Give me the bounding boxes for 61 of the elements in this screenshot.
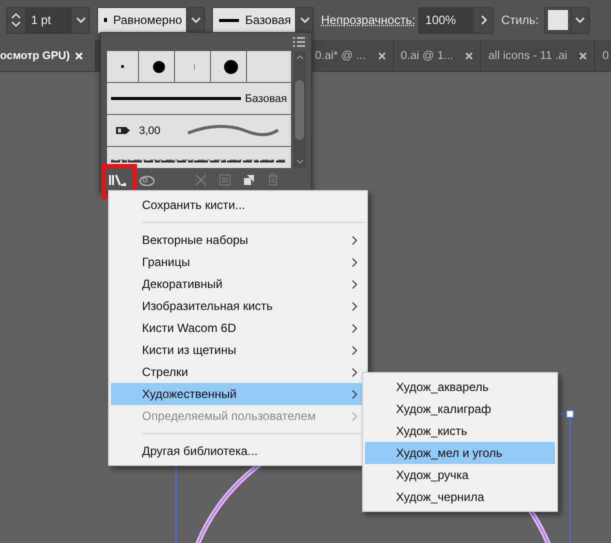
- brush-dropdown[interactable]: Базовая: [212, 6, 314, 34]
- brush-library-icon[interactable]: [109, 174, 127, 186]
- dropdown-caret-icon: [190, 17, 200, 23]
- opacity-label[interactable]: Непрозрачность:: [321, 13, 416, 27]
- new-brush-icon[interactable]: [243, 174, 255, 186]
- submenu-item[interactable]: Стрелки: [111, 361, 365, 383]
- menu-item[interactable]: Худож_чернила: [365, 486, 555, 508]
- dropdown-caret-icon: [300, 17, 310, 23]
- submenu-item[interactable]: Декоративный: [111, 273, 365, 295]
- menu-item[interactable]: Худож_ручка: [365, 464, 555, 486]
- menu-item-label: Кисти Wacom 6D: [142, 321, 236, 335]
- submenu-item[interactable]: Художественный: [111, 383, 365, 405]
- dot-brush-icon[interactable]: [121, 65, 124, 68]
- submenu-item[interactable]: Границы: [111, 251, 365, 273]
- brush-row[interactable]: Базовая: [107, 83, 291, 115]
- menu-item-label: Границы: [142, 255, 190, 269]
- menu-item[interactable]: Худож_мел и уголь: [365, 442, 555, 464]
- document-tab[interactable]: 0: [595, 40, 611, 71]
- scrollbar[interactable]: [293, 51, 306, 168]
- submenu-item[interactable]: Кисти Wacom 6D: [111, 317, 365, 339]
- line-stroke-icon: [111, 97, 241, 100]
- style-label: Стиль:: [501, 13, 539, 27]
- menu-item-label: Декоративный: [142, 277, 222, 291]
- menu-item-label: Определяемый пользователем: [142, 409, 316, 423]
- menu-item-label: Векторные наборы: [142, 233, 248, 247]
- submenu-item[interactable]: Кисти из щетины: [111, 339, 365, 361]
- dropdown-caret-icon: [575, 17, 586, 23]
- document-tab[interactable]: осмотр GPU): [0, 40, 96, 71]
- menu-item[interactable]: Худож_акварель: [365, 376, 555, 398]
- calligraphic-brush-icon: [115, 126, 131, 135]
- stroke-profile-icon: [104, 18, 108, 22]
- menu-item[interactable]: Другая библиотека...: [111, 440, 365, 462]
- brush-row[interactable]: 3,00: [107, 115, 291, 147]
- document-tab[interactable]: 0.ai @ 1...: [394, 40, 482, 71]
- close-icon[interactable]: [378, 52, 386, 60]
- scroll-down-icon[interactable]: [296, 159, 304, 164]
- brush-size: 3,00: [139, 124, 160, 136]
- style-swatch[interactable]: [548, 10, 568, 30]
- menu-item[interactable]: Худож_кисть: [365, 420, 555, 442]
- menu-item[interactable]: Худож_калиграф: [365, 398, 555, 420]
- menu-item-label: Кисти из щетины: [142, 343, 236, 357]
- dot-brush-icon[interactable]: [152, 60, 164, 72]
- texture-stroke-icon: [111, 159, 287, 163]
- menu-item-label: Стрелки: [142, 365, 188, 379]
- profile-label: Равномерно: [113, 13, 182, 27]
- width-profile-dropdown[interactable]: Равномерно: [97, 6, 205, 34]
- brush-stroke-icon: [219, 18, 240, 22]
- menu-item-label: Художественный: [142, 387, 237, 401]
- submenu-item[interactable]: Векторные наборы: [111, 229, 365, 251]
- close-icon[interactable]: [579, 52, 588, 60]
- menu-item[interactable]: Сохранить кисти...: [111, 194, 365, 216]
- brush-label: Базовая: [245, 13, 291, 27]
- submenu-item[interactable]: Изобразительная кисть: [111, 295, 365, 317]
- menu-item-label: Изобразительная кисть: [142, 299, 273, 313]
- document-tab[interactable]: all icons - 11 .ai: [481, 40, 596, 71]
- scroll-up-icon[interactable]: [296, 55, 304, 60]
- close-icon[interactable]: [465, 52, 474, 60]
- brush-name: Базовая: [244, 92, 287, 104]
- dot-brush-icon[interactable]: [224, 60, 238, 74]
- brush-stroke-sample-icon: [186, 124, 280, 138]
- panel-menu-icon[interactable]: [293, 37, 305, 47]
